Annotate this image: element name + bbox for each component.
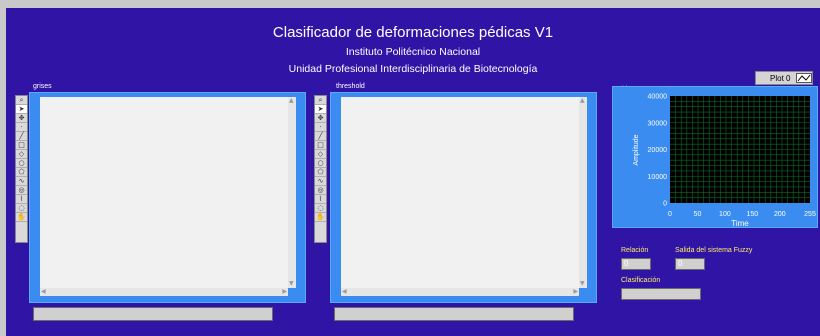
x-axis-label: Time xyxy=(731,219,749,228)
ring-icon[interactable]: ◌ xyxy=(16,204,27,213)
polygon-icon[interactable]: ⬠ xyxy=(315,168,326,177)
plot-line-style-icon[interactable] xyxy=(796,73,812,83)
x-tick-label: 150 xyxy=(747,211,759,218)
threshold-label: threshold xyxy=(336,83,365,90)
oval-icon[interactable]: ○ xyxy=(16,159,27,168)
x-tick-label: 50 xyxy=(694,211,702,218)
freehand-icon[interactable]: ∿ xyxy=(16,177,27,186)
scroll-left-icon[interactable]: ◀ xyxy=(342,289,347,295)
point-icon[interactable]: · xyxy=(16,123,27,132)
plot-legend-label: Plot 0 xyxy=(770,74,791,83)
threshold-horizontal-scrollbar[interactable]: ◀ ▶ xyxy=(341,288,579,296)
ring-icon[interactable]: ◌ xyxy=(315,204,326,213)
scroll-up-icon[interactable]: ▲ xyxy=(289,98,294,104)
broken-line-icon[interactable]: ⌇ xyxy=(16,195,27,204)
threshold-status-bar xyxy=(334,307,574,321)
line-icon[interactable]: ╱ xyxy=(16,132,27,141)
grises-toolbar: ⌕ ➤ ✥ · ╱ □ ◇ ○ ⬠ ∿ ◎ ⌇ ◌ ✋ xyxy=(15,95,28,243)
pan-icon[interactable]: ✥ xyxy=(315,114,326,123)
grises-horizontal-scrollbar[interactable]: ◀ ▶ xyxy=(40,288,288,296)
histogram-chart: 0 50 100 150 200 255 0 10000 20000 30000 40000 Tim… xyxy=(633,94,816,229)
line-icon[interactable]: ╱ xyxy=(315,132,326,141)
broken-line-icon[interactable]: ⌇ xyxy=(315,195,326,204)
relacion-label: Relación xyxy=(621,247,649,254)
hand-icon[interactable]: ✋ xyxy=(315,213,326,222)
grises-status-bar xyxy=(33,307,273,321)
x-tick-label: 0 xyxy=(668,211,672,218)
fuzzy-output-value: 0 xyxy=(678,259,683,268)
panel-title: Clasificador de deformaciones pédicas V1 xyxy=(272,24,554,41)
rotated-rectangle-icon[interactable]: ◇ xyxy=(315,150,326,159)
pointer-icon[interactable]: ➤ xyxy=(16,105,27,114)
pan-icon[interactable]: ✥ xyxy=(16,114,27,123)
threshold-image-canvas[interactable] xyxy=(341,97,579,288)
institution-label: Instituto Politécnico Nacional xyxy=(345,46,481,58)
oval-icon[interactable]: ○ xyxy=(315,159,326,168)
scroll-right-icon[interactable]: ▶ xyxy=(573,289,578,295)
rotated-rectangle-icon[interactable]: ◇ xyxy=(16,150,27,159)
grises-image-canvas[interactable] xyxy=(40,97,288,288)
unit-label: Unidad Profesional Interdisciplinaria de… xyxy=(288,63,538,75)
point-icon[interactable]: · xyxy=(315,123,326,132)
clasificacion-label: Clasificación xyxy=(621,277,661,284)
scroll-down-icon[interactable]: ▼ xyxy=(580,281,585,287)
grises-image-display: ▲ ▼ ◀ ▶ xyxy=(29,92,306,303)
x-tick-label: 100 xyxy=(719,211,731,218)
fuzzy-output-label: Salida del sistema Fuzzy xyxy=(675,247,753,254)
y-tick-label: 20000 xyxy=(648,147,668,154)
pointer-icon[interactable]: ➤ xyxy=(315,105,326,114)
y-tick-label: 30000 xyxy=(648,120,668,127)
x-tick-label: 200 xyxy=(774,211,786,218)
freehand-icon[interactable]: ∿ xyxy=(315,177,326,186)
x-tick-label: 255 xyxy=(804,211,816,218)
rectangle-icon[interactable]: □ xyxy=(16,141,27,150)
relacion-indicator: 0 xyxy=(621,258,651,270)
annulus-icon[interactable]: ◎ xyxy=(16,186,27,195)
clasificacion-indicator xyxy=(621,288,701,300)
fuzzy-output-indicator: 0 xyxy=(675,258,705,270)
zoom-icon[interactable]: ⌕ xyxy=(315,96,326,105)
annulus-icon[interactable]: ◎ xyxy=(315,186,326,195)
scroll-right-icon[interactable]: ▶ xyxy=(282,289,287,295)
grises-label: grises xyxy=(33,83,52,90)
grises-vertical-scrollbar[interactable]: ▲ ▼ xyxy=(288,97,296,288)
zoom-icon[interactable]: ⌕ xyxy=(16,96,27,105)
polygon-icon[interactable]: ⬠ xyxy=(16,168,27,177)
y-tick-label: 0 xyxy=(663,201,667,208)
threshold-vertical-scrollbar[interactable]: ▲ ▼ xyxy=(579,97,587,288)
relacion-value: 0 xyxy=(624,259,629,268)
threshold-image-display: ▲ ▼ ◀ ▶ xyxy=(330,92,597,303)
scroll-left-icon[interactable]: ◀ xyxy=(41,289,46,295)
y-tick-label: 10000 xyxy=(648,174,668,181)
y-tick-label: 40000 xyxy=(648,94,668,101)
scroll-down-icon[interactable]: ▼ xyxy=(289,281,294,287)
plot-legend[interactable]: Plot 0 xyxy=(755,71,813,85)
threshold-toolbar: ⌕ ➤ ✥ · ╱ □ ◇ ○ ⬠ ∿ ◎ ⌇ ◌ ✋ xyxy=(314,95,327,243)
scroll-up-icon[interactable]: ▲ xyxy=(580,98,585,104)
y-axis-label: Amplitude xyxy=(633,134,640,165)
hand-icon[interactable]: ✋ xyxy=(16,213,27,222)
rectangle-icon[interactable]: □ xyxy=(315,141,326,150)
